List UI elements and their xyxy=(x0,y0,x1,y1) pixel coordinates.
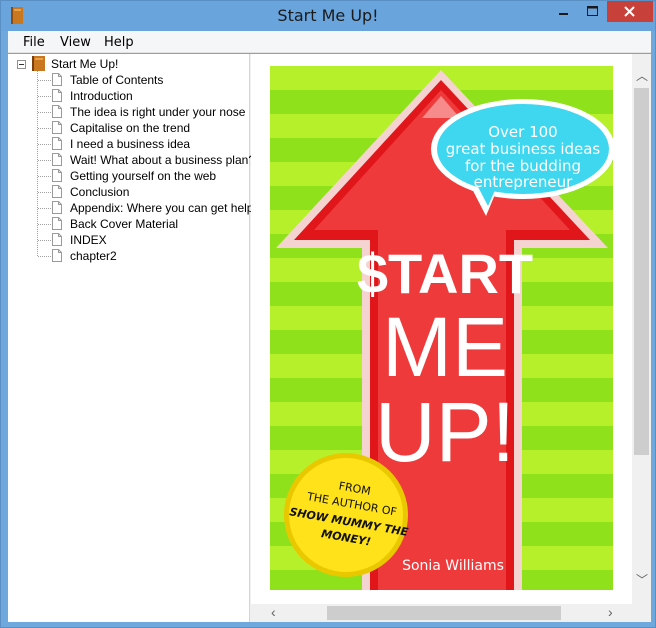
scroll-left-icon[interactable]: ‹ xyxy=(271,605,276,619)
tree-connector xyxy=(38,144,51,145)
tree-item-label: Capitalise on the trend xyxy=(70,121,191,135)
horizontal-scrollbar[interactable]: ‹ › xyxy=(251,604,632,622)
vertical-scrollbar[interactable]: ︿ ﹀ xyxy=(632,54,651,604)
tree-connector xyxy=(38,176,51,177)
page-icon xyxy=(52,249,62,262)
maximize-button[interactable] xyxy=(578,1,606,22)
tree-item[interactable]: Table of Contents xyxy=(38,72,248,88)
tree-connector xyxy=(38,240,51,241)
cover-title-line-1: $TART xyxy=(357,242,533,305)
scroll-right-icon[interactable]: › xyxy=(608,605,613,619)
minimize-icon xyxy=(559,13,568,15)
tree-item[interactable]: I need a business idea xyxy=(38,136,248,152)
bubble-line-4: entrepreneur xyxy=(474,173,574,191)
horizontal-scroll-thumb[interactable] xyxy=(327,606,561,620)
page-icon xyxy=(52,121,62,134)
page-icon xyxy=(52,201,62,214)
tree-item[interactable]: Introduction xyxy=(38,88,248,104)
tree-item[interactable]: INDEX xyxy=(38,232,248,248)
tree-item[interactable]: Capitalise on the trend xyxy=(38,120,248,136)
tree-item[interactable]: Conclusion xyxy=(38,184,248,200)
bubble-line-1: Over 100 xyxy=(488,123,557,141)
page-icon xyxy=(52,137,62,150)
tree-connector xyxy=(38,256,51,257)
collapse-icon[interactable] xyxy=(17,60,26,69)
page-viewer[interactable]: Over 100 great business ideas for the bu… xyxy=(251,54,651,622)
tree-connector xyxy=(38,128,51,129)
cover-title-line-3: UP! xyxy=(375,385,515,479)
chapter-tree[interactable]: Start Me Up! Table of Contents Introducti… xyxy=(8,54,255,622)
menu-file[interactable]: File xyxy=(23,35,45,50)
tree-item-label: The idea is right under your nose xyxy=(70,105,246,119)
menu-bar: File View Help xyxy=(8,31,651,53)
scroll-corner xyxy=(632,604,651,622)
client-area: Start Me Up! Table of Contents Introducti… xyxy=(8,54,651,622)
tree-item-label: Getting yourself on the web xyxy=(70,169,217,183)
page-icon xyxy=(52,89,62,102)
tree-item[interactable]: The idea is right under your nose xyxy=(38,104,248,120)
cover-title-line-2: ME xyxy=(382,300,508,394)
tree-connector xyxy=(38,224,51,225)
title-bar[interactable]: Start Me Up! xyxy=(1,1,655,31)
tree-item[interactable]: Wait! What about a business plan? xyxy=(38,152,255,168)
tree-item-label: Table of Contents xyxy=(70,73,164,87)
app-window: Start Me Up! File View Help Start Me Up! xyxy=(0,0,656,628)
book-cover-image: Over 100 great business ideas for the bu… xyxy=(270,66,613,590)
tree-item[interactable]: Appendix: Where you can get help xyxy=(38,200,253,216)
tree-item-label: Introduction xyxy=(70,89,133,103)
tree-item-label: Appendix: Where you can get help xyxy=(70,201,254,215)
tree-item[interactable]: chapter2 xyxy=(38,248,248,264)
vertical-scroll-thumb[interactable] xyxy=(634,88,649,455)
tree-item-label: Back Cover Material xyxy=(70,217,179,231)
tree-item[interactable]: Getting yourself on the web xyxy=(38,168,248,184)
menu-view[interactable]: View xyxy=(60,35,91,50)
page-icon xyxy=(52,233,62,246)
maximize-icon xyxy=(587,6,598,16)
book-icon xyxy=(32,56,45,71)
tree-connector xyxy=(38,160,51,161)
scroll-down-icon[interactable]: ﹀ xyxy=(636,574,648,586)
page-icon xyxy=(52,217,62,230)
tree-item-label: Wait! What about a business plan? xyxy=(70,153,255,167)
page-icon xyxy=(52,169,62,182)
close-button[interactable] xyxy=(607,1,653,22)
tree-connector xyxy=(38,80,51,81)
tree-item-label: Conclusion xyxy=(70,185,130,199)
tree-connector xyxy=(38,208,51,209)
bubble-line-2: great business ideas xyxy=(446,140,601,158)
tree-connector xyxy=(38,96,51,97)
page-icon xyxy=(52,185,62,198)
menu-help[interactable]: Help xyxy=(104,35,134,50)
page-icon xyxy=(52,105,62,118)
scroll-up-icon[interactable]: ︿ xyxy=(636,70,648,82)
cover-author: Sonia Williams xyxy=(402,558,504,574)
tree-connector xyxy=(38,112,51,113)
tree-connector xyxy=(38,192,51,193)
tree-item-label: I need a business idea xyxy=(70,137,191,151)
tree-root-label: Start Me Up! xyxy=(51,57,119,71)
minimize-button[interactable] xyxy=(549,1,577,22)
page-icon xyxy=(52,73,62,86)
close-icon xyxy=(624,6,635,17)
tree-item[interactable]: Back Cover Material xyxy=(38,216,248,232)
tree-item-label: chapter2 xyxy=(70,249,117,263)
tree-item-label: INDEX xyxy=(70,233,107,247)
page-icon xyxy=(52,153,62,166)
